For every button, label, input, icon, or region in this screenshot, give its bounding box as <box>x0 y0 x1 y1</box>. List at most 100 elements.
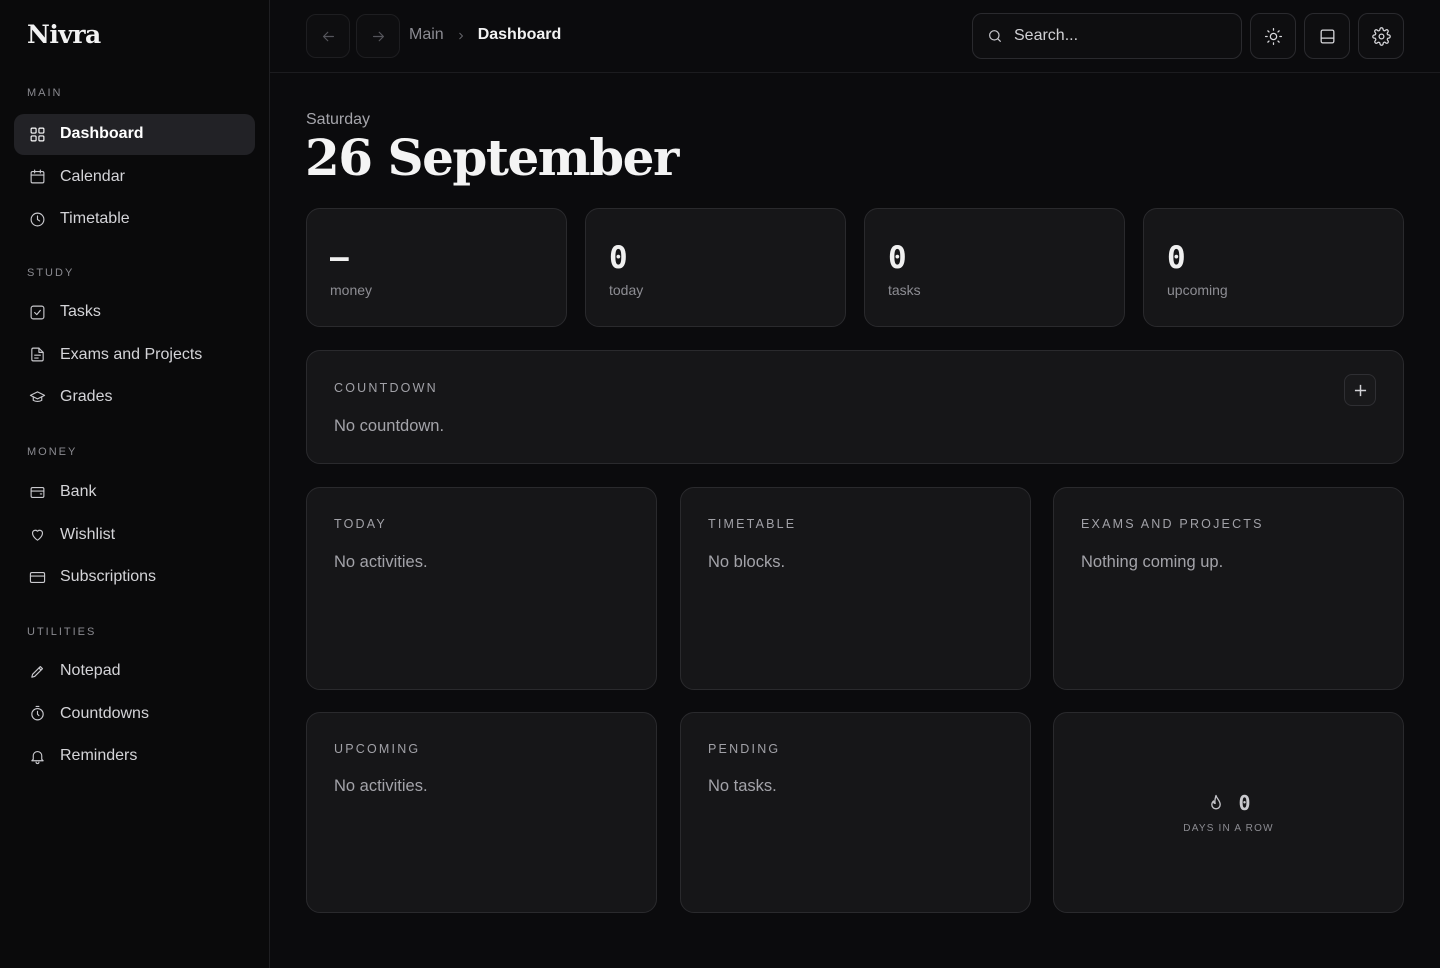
pending-card: PENDING No tasks. <box>680 712 1031 913</box>
sidebar-item-label: Calendar <box>60 167 125 185</box>
clock-icon <box>27 209 47 229</box>
main-content: Main Dashboard Saturday 26 September – <box>270 0 1440 968</box>
stat-value: 0 <box>609 240 628 276</box>
stat-value: 0 <box>888 240 907 276</box>
sidebar-item-label: Exams and Projects <box>60 345 203 363</box>
streak-display: 0 DAYS IN A ROW <box>1054 791 1403 834</box>
stat-label: money <box>330 282 373 298</box>
pencil-icon <box>27 661 47 681</box>
sidebar-item-label: Dashboard <box>60 125 144 142</box>
nav-section-utilities: UTILITIES Notepad Countdowns Reminders <box>14 626 255 777</box>
wallet-icon <box>27 482 47 502</box>
sidebar-item-label: Timetable <box>60 210 130 227</box>
sidebar-item-wishlist[interactable]: Wishlist <box>14 514 255 555</box>
stat-card-upcoming[interactable]: 0 upcoming <box>1143 208 1404 327</box>
card-title: TODAY <box>334 517 387 531</box>
card-title: EXAMS AND PROJECTS <box>1081 517 1264 531</box>
settings-button[interactable] <box>1358 13 1404 59</box>
stat-label: tasks <box>888 282 921 298</box>
sidebar-item-label: Subscriptions <box>60 568 157 585</box>
sidebar: Nivra MAIN Dashboard Calendar Timetable … <box>0 0 270 968</box>
card-empty-text: No activities. <box>334 777 428 795</box>
card-empty-text: No blocks. <box>708 553 786 571</box>
breadcrumb-main[interactable]: Main <box>409 26 444 44</box>
exams-card: EXAMS AND PROJECTS Nothing coming up. <box>1053 487 1404 690</box>
section-label-main: MAIN <box>27 87 63 99</box>
timetable-card: TIMETABLE No blocks. <box>680 487 1031 690</box>
card-title: UPCOMING <box>334 742 421 756</box>
add-countdown-button[interactable] <box>1344 374 1376 406</box>
page-title-date: 26 September <box>305 128 679 187</box>
streak-value: 0 <box>1238 791 1251 815</box>
sidebar-item-exams-and-projects[interactable]: Exams and Projects <box>14 334 255 375</box>
sidebar-item-tasks[interactable]: Tasks <box>14 292 255 333</box>
sidebar-item-label: Countdowns <box>60 704 149 722</box>
stat-value: – <box>330 240 349 276</box>
nav-section-study: STUDY Tasks Exams and Projects Grades <box>14 267 255 418</box>
search-input[interactable] <box>1014 27 1214 45</box>
breadcrumb: Main Dashboard <box>409 26 561 44</box>
document-icon <box>27 345 47 365</box>
nav-section-main: MAIN Dashboard Calendar Timetable <box>14 87 255 240</box>
stat-card-money[interactable]: – money <box>306 208 567 327</box>
sidebar-item-reminders[interactable]: Reminders <box>14 736 255 777</box>
countdown-card: COUNTDOWN No countdown. <box>306 350 1404 464</box>
stat-card-tasks[interactable]: 0 tasks <box>864 208 1125 327</box>
stat-label: upcoming <box>1167 282 1228 298</box>
card-empty-text: Nothing coming up. <box>1081 553 1224 571</box>
back-button[interactable] <box>306 14 350 58</box>
arrow-left-icon <box>322 31 334 41</box>
sidebar-item-label: Tasks <box>60 303 101 320</box>
today-card: TODAY No activities. <box>306 487 657 690</box>
nav-section-money: MONEY Bank Wishlist Subscriptions <box>14 446 255 598</box>
sidebar-item-label: Wishlist <box>60 525 116 543</box>
stopwatch-icon <box>27 704 47 724</box>
sidebar-item-label: Bank <box>60 483 97 500</box>
search-box[interactable] <box>972 13 1242 59</box>
theme-toggle-button[interactable] <box>1250 13 1296 59</box>
streak-label: DAYS IN A ROW <box>1183 823 1274 834</box>
card-empty-text: No tasks. <box>708 777 777 795</box>
sidebar-item-label: Reminders <box>60 747 138 764</box>
sidebar-item-dashboard[interactable]: Dashboard <box>14 113 255 155</box>
sidebar-item-label: Grades <box>60 388 113 405</box>
sidebar-item-calendar[interactable]: Calendar <box>14 156 255 197</box>
card-empty-text: No activities. <box>334 553 428 571</box>
card-title: COUNTDOWN <box>334 381 438 395</box>
sidebar-item-timetable[interactable]: Timetable <box>14 199 255 240</box>
stat-value: 0 <box>1167 240 1186 276</box>
topbar: Main Dashboard <box>270 0 1440 73</box>
flame-icon <box>1211 794 1222 810</box>
sidebar-item-countdowns[interactable]: Countdowns <box>14 693 255 734</box>
section-label-utilities: UTILITIES <box>27 626 97 638</box>
streak-card: 0 DAYS IN A ROW <box>1053 712 1404 913</box>
stat-card-today[interactable]: 0 today <box>585 208 846 327</box>
app-logo[interactable]: Nivra <box>27 20 101 49</box>
sidebar-item-label: Notepad <box>60 662 121 679</box>
card-title: PENDING <box>708 742 781 756</box>
chevron-right-icon <box>455 29 467 41</box>
arrow-right-icon <box>372 31 384 41</box>
breadcrumb-current: Dashboard <box>477 26 562 43</box>
card-title: TIMETABLE <box>708 517 797 531</box>
plus-icon <box>1354 384 1366 396</box>
sidebar-item-bank[interactable]: Bank <box>14 472 255 513</box>
graduation-cap-icon <box>27 387 47 407</box>
section-label-study: STUDY <box>27 267 75 279</box>
sidebar-item-subscriptions[interactable]: Subscriptions <box>14 557 255 598</box>
grid-icon <box>27 124 47 144</box>
search-icon <box>989 30 1001 42</box>
panel-layout-icon <box>1320 29 1334 43</box>
card-empty-text: No countdown. <box>334 417 445 435</box>
layout-toggle-button[interactable] <box>1304 13 1350 59</box>
heart-icon <box>27 525 47 545</box>
date-weekday: Saturday <box>306 111 371 128</box>
stat-label: today <box>609 282 644 298</box>
credit-card-icon <box>27 567 47 587</box>
calendar-icon <box>27 167 47 187</box>
forward-button[interactable] <box>356 14 400 58</box>
section-label-money: MONEY <box>27 446 78 458</box>
sidebar-item-notepad[interactable]: Notepad <box>14 651 255 692</box>
checkbox-icon <box>27 302 47 322</box>
sidebar-item-grades[interactable]: Grades <box>14 377 255 418</box>
